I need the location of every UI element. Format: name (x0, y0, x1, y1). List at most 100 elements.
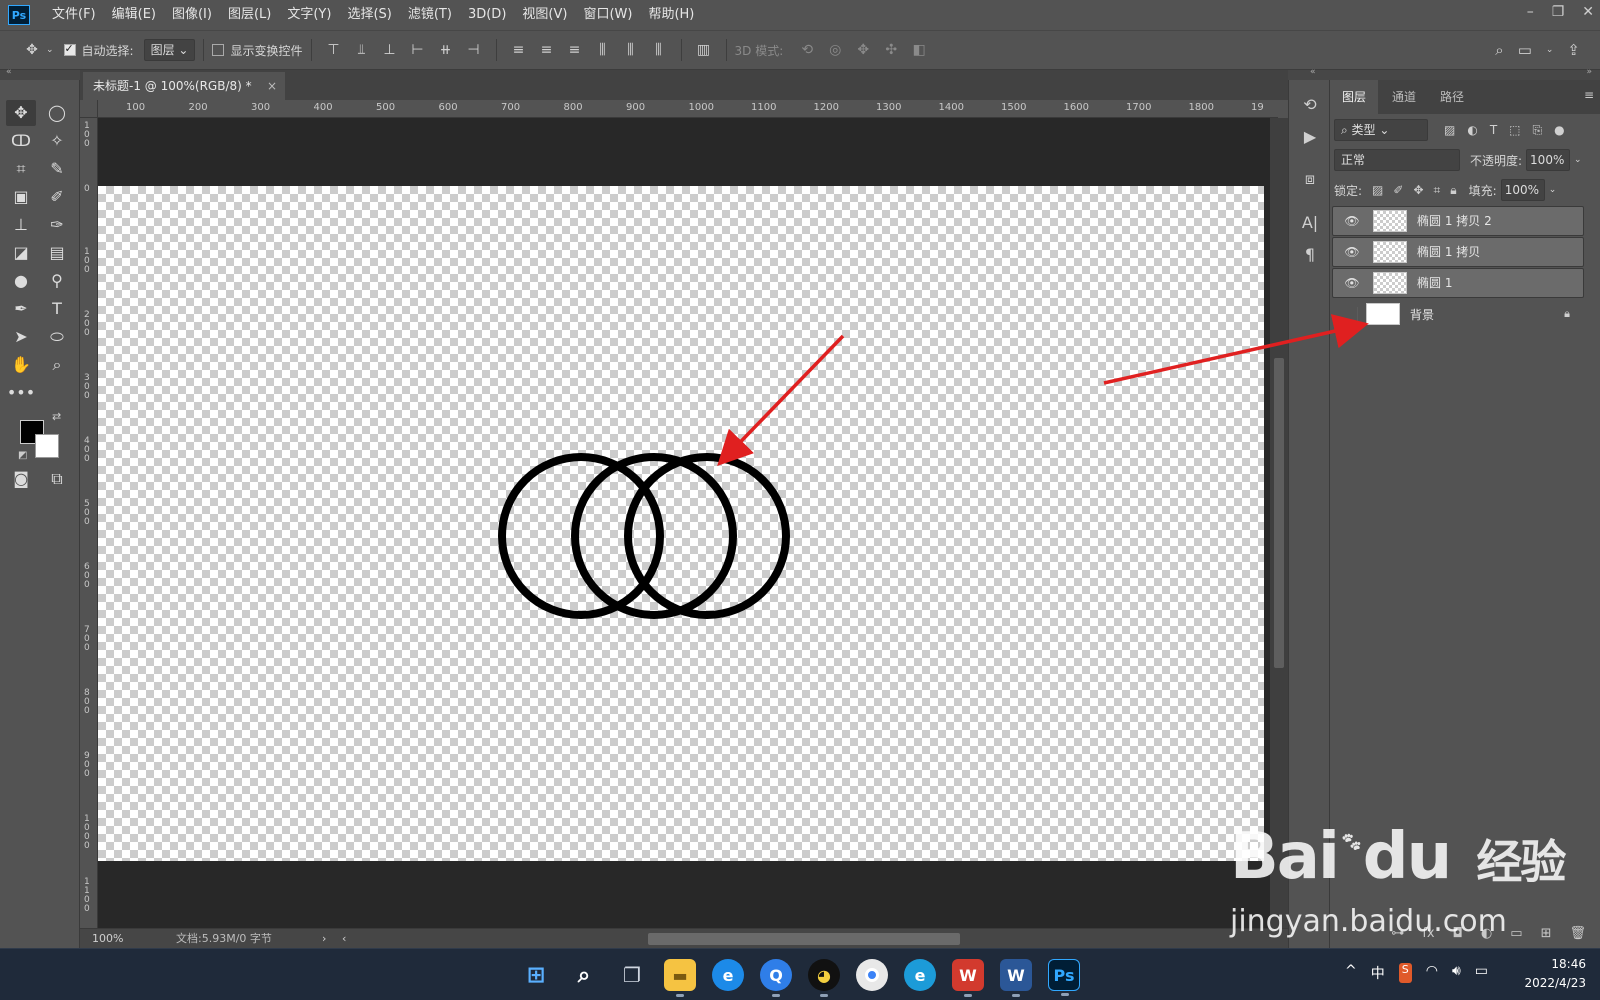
doc-info[interactable]: 文档:5.93M/0 字节 (176, 929, 272, 948)
distribute-left-icon[interactable]: ⫼ (589, 42, 617, 58)
menu-type[interactable]: 文字(Y) (279, 0, 339, 30)
ie-browser-icon[interactable]: e (712, 959, 744, 991)
delete-layer-icon[interactable]: 🗑︎ (1569, 926, 1586, 941)
qq-penguin-icon[interactable]: ◕ (808, 959, 840, 997)
type-tool-icon[interactable]: T (42, 296, 72, 322)
align-bottom-icon[interactable]: ⊥ (376, 42, 404, 58)
chevron-down-icon[interactable]: ⌄ (1549, 185, 1557, 195)
default-colors-icon[interactable]: ◩ (18, 450, 27, 461)
menu-layer[interactable]: 图层(L) (220, 0, 279, 30)
blend-mode-dropdown[interactable]: 正常 (1334, 149, 1460, 171)
stamp-tool-icon[interactable]: ⊥ (6, 212, 36, 238)
filter-pixel-icon[interactable]: ▨ (1444, 123, 1455, 138)
dodge-tool-icon[interactable]: ⚲ (42, 268, 72, 294)
tab-channels[interactable]: 通道 (1380, 80, 1428, 114)
chevron-down-icon[interactable]: ⌄ (46, 45, 54, 55)
distribute-hcenter-icon[interactable]: ⫼ (617, 42, 645, 58)
restore-button[interactable]: ❐ (1552, 4, 1565, 20)
start-menu-icon[interactable]: ⊞ (520, 959, 552, 991)
vertical-scrollbar[interactable] (1270, 118, 1288, 928)
background-color-swatch[interactable] (35, 434, 59, 458)
3d-panel-icon[interactable]: ⧈ (1295, 166, 1325, 192)
zoom-tool-icon[interactable]: ⌕ (42, 352, 72, 378)
history-panel-icon[interactable]: ⟲ (1295, 92, 1325, 118)
move-tool-icon[interactable]: ✥ (6, 100, 36, 126)
collapse-mid-icon[interactable]: « (1310, 67, 1316, 77)
lock-artboard-icon[interactable]: ⌗ (1434, 183, 1441, 198)
filter-kind-dropdown[interactable]: ⌕ 类型 ⌄ (1334, 119, 1428, 141)
lock-all-icon[interactable]: 🔒︎ (1450, 183, 1456, 198)
horizontal-scroll-thumb[interactable] (648, 933, 960, 945)
path-selection-tool-icon[interactable]: ➤ (6, 324, 36, 350)
distribute-vcenter-icon[interactable]: ≡ (533, 42, 561, 58)
lasso-tool-icon[interactable]: ↀ (6, 128, 36, 154)
search-icon[interactable]: ⌕ (1495, 41, 1503, 59)
auto-align-icon[interactable]: ▥ (690, 42, 718, 58)
tab-paths[interactable]: 路径 (1428, 80, 1476, 114)
wifi-icon[interactable]: ◠ (1426, 963, 1438, 983)
search-icon[interactable]: ⌕ (568, 959, 600, 991)
vertical-scroll-thumb[interactable] (1274, 358, 1284, 668)
crop-tool-icon[interactable]: ⌗ (6, 156, 36, 182)
add-mask-icon[interactable]: ◘ (1453, 926, 1463, 941)
layer-name[interactable]: 椭圆 1 拷贝 2 (1417, 213, 1492, 229)
wps-icon[interactable]: W (952, 959, 984, 997)
zoom-level[interactable]: 100% (92, 929, 123, 948)
layer-row-background[interactable]: · 背景 🔒︎ (1332, 299, 1584, 329)
distribute-right-icon[interactable]: ⫼ (645, 42, 673, 58)
vertical-ruler[interactable]: 1 0 0 0 1 0 0 2 0 0 3 0 0 4 0 0 5 0 0 6 0 0 7 0 … (80, 118, 98, 928)
align-left-icon[interactable]: ⊢ (404, 42, 432, 58)
document-tab[interactable]: 未标题-1 @ 100%(RGB/8) * × (83, 72, 285, 100)
eraser-tool-icon[interactable]: ◪ (6, 240, 36, 266)
link-layers-icon[interactable]: ⊶ (1391, 926, 1404, 941)
paragraph-panel-icon[interactable]: ¶ (1295, 242, 1325, 268)
ime-indicator[interactable]: 中 (1371, 963, 1385, 983)
chevron-down-icon[interactable]: ⌄ (1574, 155, 1582, 165)
menu-help[interactable]: 帮助(H) (640, 0, 702, 30)
visibility-eye-icon[interactable]: 👁︎ (1339, 244, 1365, 260)
3d-pan-icon[interactable]: ✥ (849, 42, 877, 58)
horizontal-ruler[interactable]: 100 200 300 400 500 600 700 800 900 1000 1100 1200 1… (98, 100, 1278, 118)
ellipse-tool-icon[interactable]: ⬭ (42, 324, 72, 350)
workspace-icon[interactable]: ▭ (1518, 41, 1532, 59)
volume-icon[interactable]: 🔊︎ (1452, 963, 1461, 983)
fill-input[interactable]: 100% (1500, 179, 1545, 201)
align-vcenter-icon[interactable]: ⫫ (348, 42, 376, 58)
sogou-ime-icon[interactable]: S (1398, 963, 1412, 983)
lock-transparent-icon[interactable]: ▨ (1372, 183, 1383, 198)
auto-select-checkbox[interactable] (63, 42, 76, 56)
close-tab-icon[interactable]: × (267, 72, 277, 100)
move-tool-preset-icon[interactable]: ✥ (18, 42, 46, 58)
file-explorer-icon[interactable]: ▬ (664, 959, 696, 997)
show-transform-checkbox[interactable] (212, 44, 225, 56)
task-view-icon[interactable]: ❐ (616, 959, 648, 991)
word-icon[interactable]: W (1000, 959, 1032, 997)
align-top-icon[interactable]: ⊤ (320, 42, 348, 58)
layer-row[interactable]: 👁︎ 椭圆 1 拷贝 (1332, 237, 1584, 267)
layer-name[interactable]: 椭圆 1 拷贝 (1417, 244, 1480, 260)
align-hcenter-icon[interactable]: ⧺ (432, 42, 460, 58)
chevron-down-icon[interactable]: ⌄ (1546, 45, 1554, 55)
menu-filter[interactable]: 滤镜(T) (400, 0, 460, 30)
hand-tool-icon[interactable]: ✋ (6, 352, 36, 378)
character-panel-icon[interactable]: A| (1295, 210, 1325, 236)
panel-menu-icon[interactable]: ≡ (1584, 88, 1594, 102)
filter-type-icon[interactable]: T (1490, 123, 1497, 138)
menu-3d[interactable]: 3D(D) (460, 0, 514, 30)
qq-browser-icon[interactable]: Q (760, 959, 792, 997)
magic-wand-tool-icon[interactable]: ✧ (42, 128, 72, 154)
more-tools-icon[interactable]: ••• (6, 380, 36, 406)
status-expand-icon[interactable]: › (322, 929, 326, 948)
gradient-tool-icon[interactable]: ▤ (42, 240, 72, 266)
new-adjustment-icon[interactable]: ◐ (1481, 926, 1492, 941)
marquee-tool-icon[interactable]: ◯ (42, 100, 72, 126)
visibility-toggle-hidden[interactable]: · (1332, 307, 1358, 321)
tray-overflow-icon[interactable]: ^ (1345, 963, 1357, 983)
lock-position-icon[interactable]: ✥ (1413, 183, 1423, 198)
menu-window[interactable]: 窗口(W) (575, 0, 640, 30)
photoshop-taskbar-icon[interactable]: Ps (1048, 959, 1080, 996)
layer-name[interactable]: 椭圆 1 (1417, 275, 1452, 291)
lock-pixels-icon[interactable]: ✐ (1393, 183, 1403, 198)
3d-slide-icon[interactable]: ✣ (877, 42, 905, 58)
scroll-left-icon[interactable]: ‹ (342, 929, 346, 948)
